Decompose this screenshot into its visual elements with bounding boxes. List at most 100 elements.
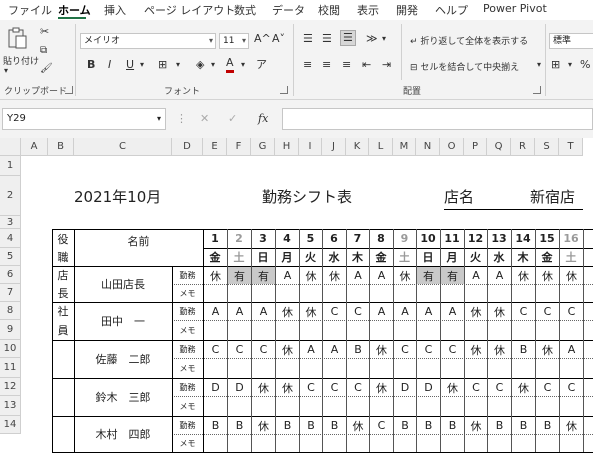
row-header[interactable]: 12 bbox=[0, 378, 21, 396]
row-header[interactable]: 2 bbox=[0, 176, 21, 216]
merge-center-button[interactable]: ⊟ セルを結合して中央揃え bbox=[410, 60, 519, 73]
memo-cell[interactable] bbox=[322, 284, 346, 302]
more-icon[interactable]: ⋮ bbox=[176, 112, 187, 126]
memo-cell[interactable] bbox=[393, 320, 416, 340]
memo-cell[interactable] bbox=[275, 396, 299, 416]
shift-cell[interactable]: 休 bbox=[323, 267, 346, 284]
memo-cell[interactable] bbox=[393, 434, 416, 452]
column-header[interactable]: S bbox=[535, 138, 559, 156]
memo-cell[interactable] bbox=[559, 358, 583, 378]
row-header[interactable]: 10 bbox=[0, 340, 21, 358]
shift-cell[interactable]: C bbox=[465, 379, 487, 396]
copy-icon[interactable]: ⧉ bbox=[40, 44, 47, 58]
shift-cell[interactable]: A bbox=[370, 267, 393, 284]
shift-cell[interactable]: 休 bbox=[276, 379, 299, 396]
shift-cell[interactable]: A bbox=[228, 303, 251, 320]
column-header[interactable]: D bbox=[172, 138, 203, 156]
shift-cell[interactable]: C bbox=[560, 379, 583, 396]
shift-cell[interactable]: A bbox=[300, 341, 322, 358]
memo-cell[interactable] bbox=[346, 358, 369, 378]
align-left-icon[interactable]: ≡ bbox=[303, 58, 312, 72]
cancel-icon[interactable]: ✕ bbox=[200, 112, 209, 126]
borders-icon[interactable]: ⊞ bbox=[158, 58, 167, 72]
memo-cell[interactable] bbox=[511, 358, 535, 378]
column-header[interactable]: H bbox=[275, 138, 299, 156]
column-header[interactable]: C bbox=[74, 138, 172, 156]
shift-cell[interactable]: C bbox=[323, 303, 346, 320]
shift-cell[interactable]: 休 bbox=[276, 303, 299, 320]
shift-cell[interactable]: C bbox=[417, 341, 440, 358]
shift-cell[interactable]: 休 bbox=[465, 341, 487, 358]
shift-cell[interactable]: 休 bbox=[300, 267, 322, 284]
cut-icon[interactable]: ✂ bbox=[40, 25, 49, 39]
memo-cell[interactable] bbox=[559, 434, 583, 452]
shift-cell[interactable]: 休 bbox=[394, 267, 416, 284]
tab-insert[interactable]: 挿入 bbox=[104, 2, 126, 18]
memo-cell[interactable] bbox=[203, 396, 227, 416]
memo-cell[interactable] bbox=[464, 320, 487, 340]
number-format-select[interactable]: 標準 bbox=[549, 33, 593, 49]
memo-cell[interactable] bbox=[299, 434, 322, 452]
enter-icon[interactable]: ✓ bbox=[228, 112, 237, 126]
shift-cell[interactable]: C bbox=[512, 303, 535, 320]
memo-cell[interactable] bbox=[487, 358, 511, 378]
fill-color-icon[interactable]: ◈ bbox=[196, 58, 204, 72]
shift-cell[interactable]: B bbox=[488, 417, 511, 434]
shift-cell[interactable]: 休 bbox=[488, 303, 511, 320]
chevron-down-icon[interactable]: ▾ bbox=[537, 60, 541, 69]
shift-cell[interactable]: D bbox=[417, 379, 440, 396]
name-box[interactable]: Y29 ▾ bbox=[2, 108, 166, 130]
memo-cell[interactable] bbox=[535, 434, 559, 452]
memo-cell[interactable] bbox=[203, 434, 227, 452]
memo-cell[interactable] bbox=[227, 358, 251, 378]
memo-cell[interactable] bbox=[464, 284, 487, 302]
memo-cell[interactable] bbox=[227, 284, 251, 302]
memo-cell[interactable] bbox=[275, 358, 299, 378]
column-header[interactable]: B bbox=[48, 138, 74, 156]
increase-indent-icon[interactable]: ⇥ bbox=[382, 58, 391, 72]
memo-cell[interactable] bbox=[416, 358, 440, 378]
memo-cell[interactable] bbox=[346, 434, 369, 452]
row-header[interactable]: 11 bbox=[0, 358, 21, 378]
chevron-down-icon[interactable]: ▾ bbox=[140, 58, 144, 72]
memo-cell[interactable] bbox=[275, 434, 299, 452]
row-header[interactable]: 3 bbox=[0, 216, 21, 229]
shift-cell[interactable]: C bbox=[323, 379, 346, 396]
shift-cell[interactable]: B bbox=[441, 417, 464, 434]
shift-cell[interactable]: C bbox=[536, 379, 559, 396]
memo-cell[interactable] bbox=[464, 358, 487, 378]
column-header[interactable]: A bbox=[21, 138, 48, 156]
wrap-text-button[interactable]: ↵ 折り返して全体を表示する bbox=[410, 34, 528, 47]
shift-cell[interactable]: A bbox=[370, 303, 393, 320]
memo-cell[interactable] bbox=[251, 358, 275, 378]
column-header[interactable]: P bbox=[464, 138, 487, 156]
memo-cell[interactable] bbox=[322, 434, 346, 452]
shift-cell[interactable]: 休 bbox=[488, 341, 511, 358]
shift-cell[interactable]: B bbox=[512, 341, 535, 358]
shift-cell[interactable]: 有 bbox=[228, 267, 251, 284]
memo-cell[interactable] bbox=[393, 396, 416, 416]
memo-cell[interactable] bbox=[535, 396, 559, 416]
shift-cell[interactable]: C bbox=[370, 417, 393, 434]
memo-cell[interactable] bbox=[322, 320, 346, 340]
clipboard-launcher-icon[interactable] bbox=[65, 86, 73, 94]
memo-cell[interactable] bbox=[251, 396, 275, 416]
align-center-icon[interactable]: ≡ bbox=[322, 58, 331, 72]
memo-cell[interactable] bbox=[251, 434, 275, 452]
memo-cell[interactable] bbox=[440, 396, 464, 416]
align-top-icon[interactable]: ☰ bbox=[303, 32, 313, 46]
percent-button[interactable]: % bbox=[580, 58, 590, 72]
insert-function-button[interactable]: fx bbox=[258, 112, 268, 126]
shift-cell[interactable]: A bbox=[347, 267, 369, 284]
memo-cell[interactable] bbox=[299, 284, 322, 302]
chevron-down-icon[interactable]: ▾ bbox=[176, 58, 180, 72]
chevron-down-icon[interactable]: ▾ bbox=[382, 32, 386, 46]
tab-data[interactable]: データ bbox=[272, 2, 305, 18]
font-size-select[interactable]: 11 ▾ bbox=[219, 33, 249, 49]
tab-power-pivot[interactable]: Power Pivot bbox=[483, 2, 547, 15]
italic-button[interactable]: I bbox=[108, 58, 111, 72]
chevron-down-icon[interactable]: ▾ bbox=[241, 58, 245, 72]
memo-cell[interactable] bbox=[416, 320, 440, 340]
shift-cell[interactable]: C bbox=[536, 303, 559, 320]
shift-cell[interactable]: B bbox=[204, 417, 227, 434]
